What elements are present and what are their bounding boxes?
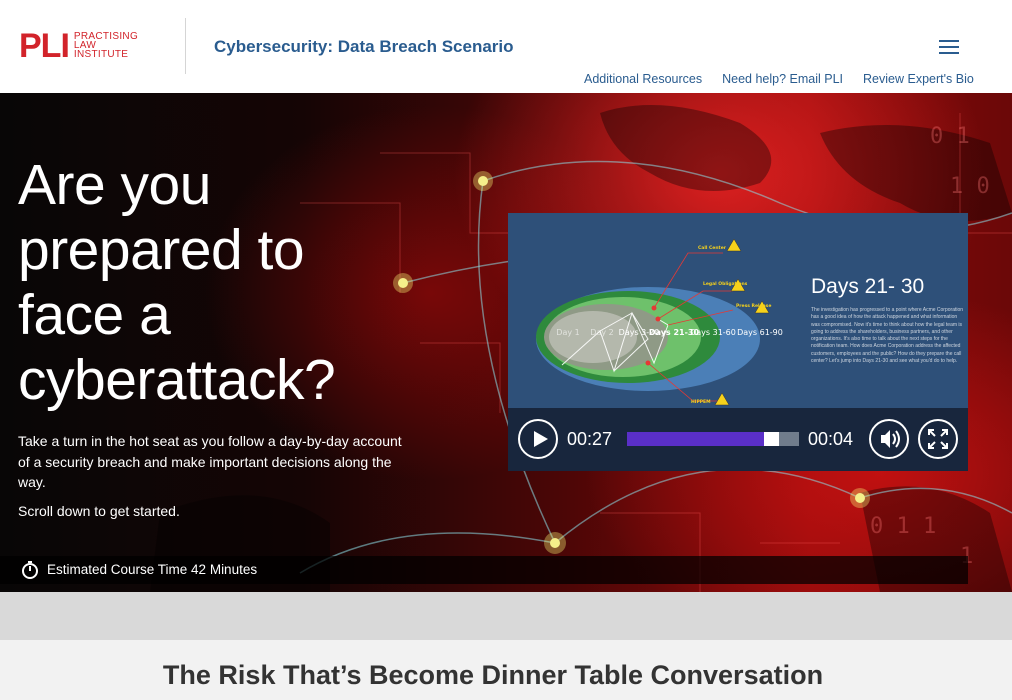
phase-label: Days 61-90: [737, 328, 783, 337]
fullscreen-icon[interactable]: [918, 419, 958, 459]
svg-text:1 0: 1 0: [950, 174, 990, 199]
top-nav-links: Additional Resources Need help? Email PL…: [584, 72, 994, 86]
course-time-text: Estimated Course Time 42 Minutes: [47, 562, 258, 577]
section-divider-band: [0, 592, 1012, 640]
logo-line: INSTITUTE: [73, 49, 129, 60]
marker-label: HIPPEM: [691, 399, 711, 405]
phase-label: Days 31-60: [690, 328, 736, 337]
video-slide-title: Days 21- 30: [811, 275, 925, 298]
remaining-time: 00:04: [808, 429, 854, 449]
current-time: 00:27: [567, 429, 613, 449]
scroll-note: Scroll down to get started.: [18, 503, 180, 519]
content-section: The Risk That’s Become Dinner Table Conv…: [0, 640, 1012, 700]
marker-label: Call Center: [698, 245, 727, 251]
hero-intro-text: Take a turn in the hot seat as you follo…: [18, 433, 402, 490]
svg-text:0 1 1: 0 1 1: [870, 514, 936, 539]
logo-wordmark: PRACTISING LAW INSTITUTE: [73, 32, 138, 60]
email-pli-help-link[interactable]: Need help? Email PLI: [722, 72, 843, 86]
expert-bio-link[interactable]: Review Expert's Bio: [863, 72, 974, 86]
progress-bar[interactable]: [627, 432, 799, 446]
header-divider: [185, 18, 186, 74]
course-title: Cybersecurity: Data Breach Scenario: [214, 37, 514, 56]
progress-handle[interactable]: [764, 432, 779, 446]
svg-text:0 1: 0 1: [930, 124, 970, 149]
site-header: PLI PRACTISING LAW INSTITUTE Cybersecuri…: [0, 0, 1012, 93]
course-time-bar: Estimated Course Time 42 Minutes: [0, 556, 968, 584]
play-icon[interactable]: [518, 419, 558, 459]
marker-label: Press Release: [736, 303, 771, 309]
phase-label: Day 1: [556, 328, 579, 337]
hamburger-menu-icon[interactable]: [939, 40, 959, 54]
pli-logo[interactable]: PLI PRACTISING LAW INSTITUTE: [19, 27, 138, 65]
section-title: The Risk That’s Become Dinner Table Conv…: [162, 660, 824, 690]
logo-mark: PLI: [19, 27, 70, 65]
stopwatch-icon: [22, 561, 38, 579]
marker-label: Legal Obligations: [703, 281, 748, 287]
video-player[interactable]: Call Center Legal Obligations Press Rele…: [508, 213, 968, 471]
phase-label: Day 2: [590, 328, 613, 337]
hero-headline: Are you prepared to face a cyberattack?: [18, 153, 336, 412]
volume-icon[interactable]: [869, 419, 909, 459]
progress-fill: [627, 432, 764, 446]
hero-banner: 0 1 1 0 1 0 1 0 1 1 1 Are you prepared t…: [0, 93, 1012, 592]
video-slide-paragraph: The investigation has progressed to a po…: [811, 307, 964, 365]
video-controls: 00:27 00:04: [508, 408, 968, 471]
additional-resources-link[interactable]: Additional Resources: [584, 72, 702, 86]
